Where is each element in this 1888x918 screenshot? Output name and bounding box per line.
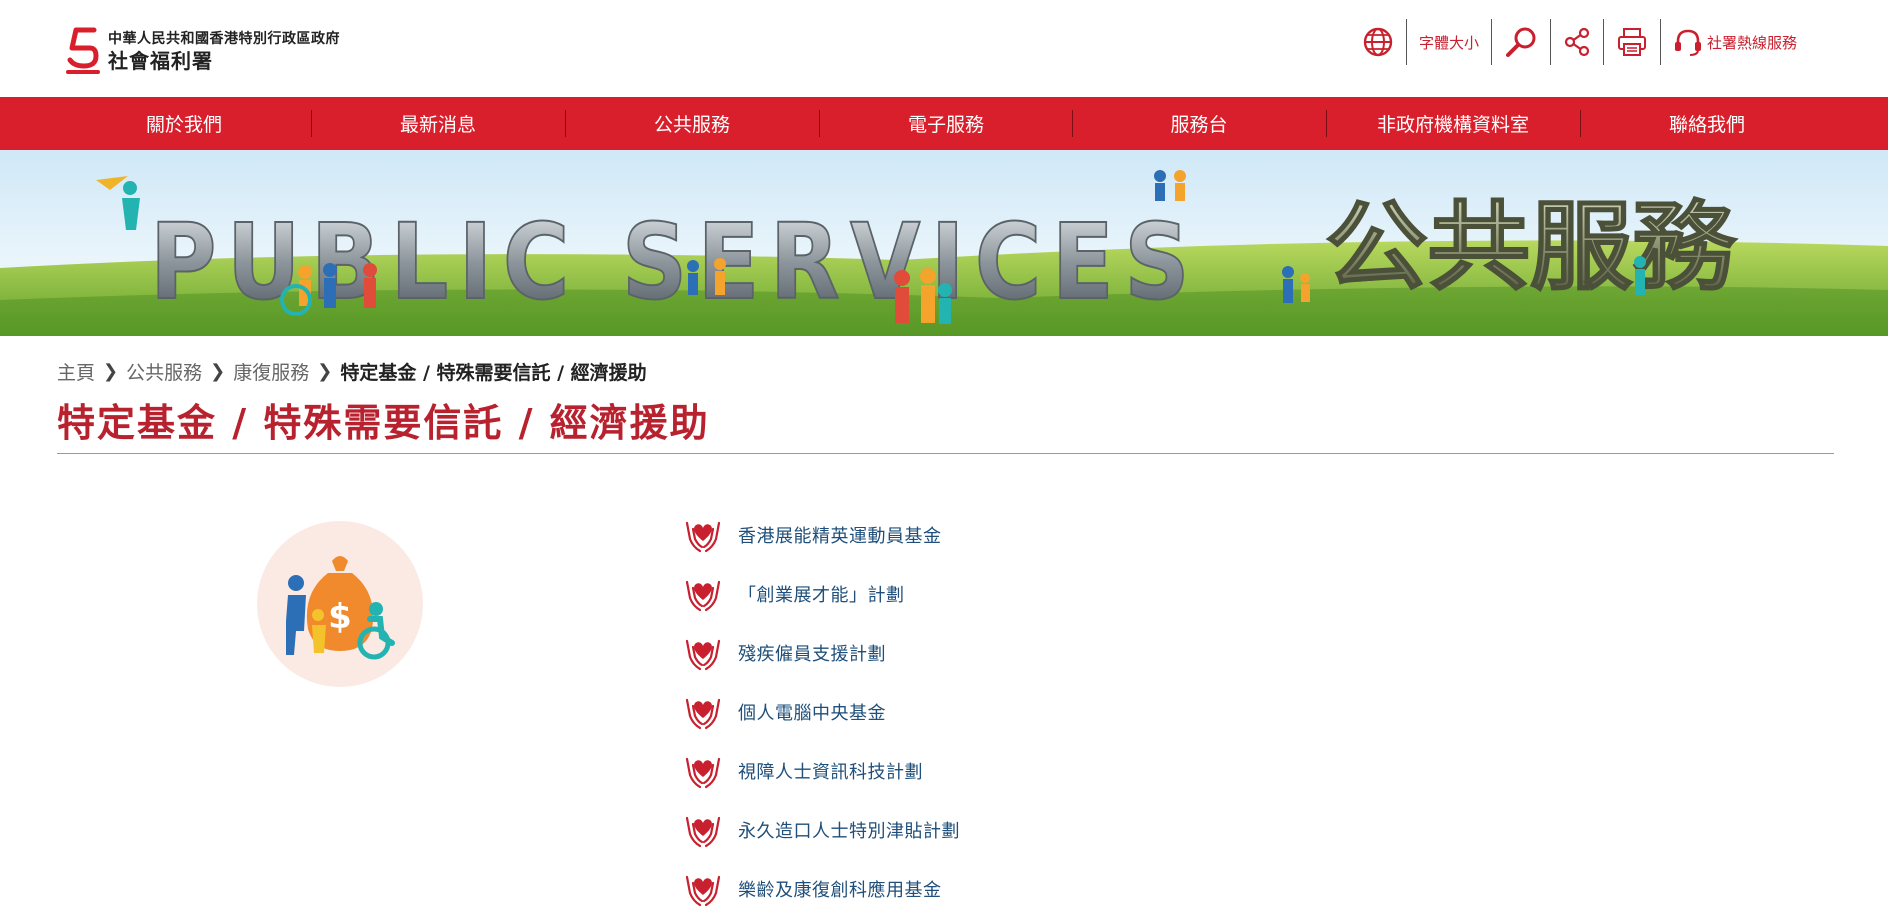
chevron-right-icon: ❯ — [103, 361, 119, 382]
breadcrumb: 主頁 ❯ 公共服務 ❯ 康復服務 ❯ 特定基金 / 特殊需要信託 / 經濟援助 — [57, 358, 647, 385]
organisation-name[interactable]: 中華人民共和國香港特別行政區政府 社會福利署 — [108, 30, 340, 74]
list-item[interactable]: 永久造口人士特別津貼計劃 — [684, 800, 960, 859]
link-label[interactable]: 樂齡及康復創科應用基金 — [738, 876, 942, 902]
search-button[interactable] — [1492, 19, 1550, 65]
list-item[interactable]: 香港展能精英運動員基金 — [684, 505, 960, 564]
share-icon — [1564, 27, 1590, 57]
list-item[interactable]: 視障人士資訊科技計劃 — [684, 741, 960, 800]
nav-ngo-corner[interactable]: 非政府機構資料室 — [1326, 97, 1580, 150]
heart-hands-icon — [685, 816, 721, 847]
chevron-right-icon: ❯ — [210, 361, 226, 382]
breadcrumb-current: 特定基金 / 特殊需要信託 / 經濟援助 — [340, 362, 647, 384]
link-label[interactable]: 永久造口人士特別津貼計劃 — [738, 817, 960, 843]
language-button[interactable] — [1350, 19, 1406, 65]
page-title: 特定基金 / 特殊需要信託 / 經濟援助 — [57, 401, 710, 445]
breadcrumb-rehab-services[interactable]: 康復服務 — [233, 358, 309, 385]
nav-contact-us[interactable]: 聯絡我們 — [1580, 97, 1834, 150]
list-item[interactable]: 個人電腦中央基金 — [684, 682, 960, 741]
font-size-button[interactable]: 字體大小 — [1407, 19, 1491, 65]
link-label[interactable]: 香港展能精英運動員基金 — [738, 522, 942, 548]
fund-link-list: 香港展能精英運動員基金 「創業展才能」計劃 殘疾僱員支援計劃 個人電腦中央基金 — [684, 505, 960, 918]
banner-image: PUBLIC SERVICES 公共服務 — [0, 150, 1888, 336]
swd-logo-icon[interactable] — [64, 26, 104, 76]
breadcrumb-home[interactable]: 主頁 — [57, 358, 95, 385]
heart-hands-icon — [685, 757, 721, 788]
hotline-label: 社署熱線服務 — [1707, 33, 1798, 52]
heart-hands-icon — [685, 875, 721, 906]
funding-illustration-icon: $ — [257, 521, 423, 687]
heart-hands-icon — [685, 521, 721, 552]
list-item[interactable]: 樂齡及康復創科應用基金 — [684, 859, 960, 918]
print-button[interactable] — [1604, 19, 1660, 65]
search-icon — [1506, 27, 1536, 57]
department-name: 社會福利署 — [108, 49, 213, 73]
link-label[interactable]: 殘疾僱員支援計劃 — [738, 640, 886, 666]
nav-service-desk[interactable]: 服務台 — [1072, 97, 1326, 150]
share-button[interactable] — [1551, 19, 1603, 65]
banner-text-zh: 公共服務 — [1325, 191, 1737, 303]
list-item[interactable]: 殘疾僱員支援計劃 — [684, 623, 960, 682]
globe-icon — [1363, 27, 1393, 57]
chevron-right-icon: ❯ — [317, 361, 333, 382]
link-label[interactable]: 個人電腦中央基金 — [738, 699, 886, 725]
font-size-label: 字體大小 — [1419, 33, 1480, 52]
heart-hands-icon — [685, 639, 721, 670]
hotline-button[interactable]: 社署熱線服務 — [1661, 19, 1809, 65]
printer-icon — [1618, 28, 1647, 56]
title-divider — [57, 453, 1834, 454]
breadcrumb-public-services[interactable]: 公共服務 — [126, 358, 202, 385]
main-nav: 關於我們 最新消息 公共服務 電子服務 服務台 非政府機構資料室 聯絡我們 — [0, 97, 1888, 150]
link-label[interactable]: 視障人士資訊科技計劃 — [738, 758, 923, 784]
nav-public-services[interactable]: 公共服務 — [565, 97, 819, 150]
list-item[interactable]: 「創業展才能」計劃 — [684, 564, 960, 623]
page-banner: PUBLIC SERVICES 公共服務 — [0, 150, 1888, 336]
heart-hands-icon — [685, 698, 721, 729]
svg-text:$: $ — [328, 597, 352, 637]
nav-e-services[interactable]: 電子服務 — [819, 97, 1073, 150]
government-name: 中華人民共和國香港特別行政區政府 — [108, 31, 340, 47]
nav-about-us[interactable]: 關於我們 — [57, 97, 311, 150]
nav-latest-news[interactable]: 最新消息 — [311, 97, 565, 150]
heart-hands-icon — [685, 580, 721, 611]
site-header: 中華人民共和國香港特別行政區政府 社會福利署 字體大小 社署熱線服務 — [0, 0, 1888, 97]
headset-icon — [1675, 29, 1702, 56]
header-tools: 字體大小 社署熱線服務 — [1350, 18, 1809, 66]
link-label[interactable]: 「創業展才能」計劃 — [738, 581, 905, 607]
